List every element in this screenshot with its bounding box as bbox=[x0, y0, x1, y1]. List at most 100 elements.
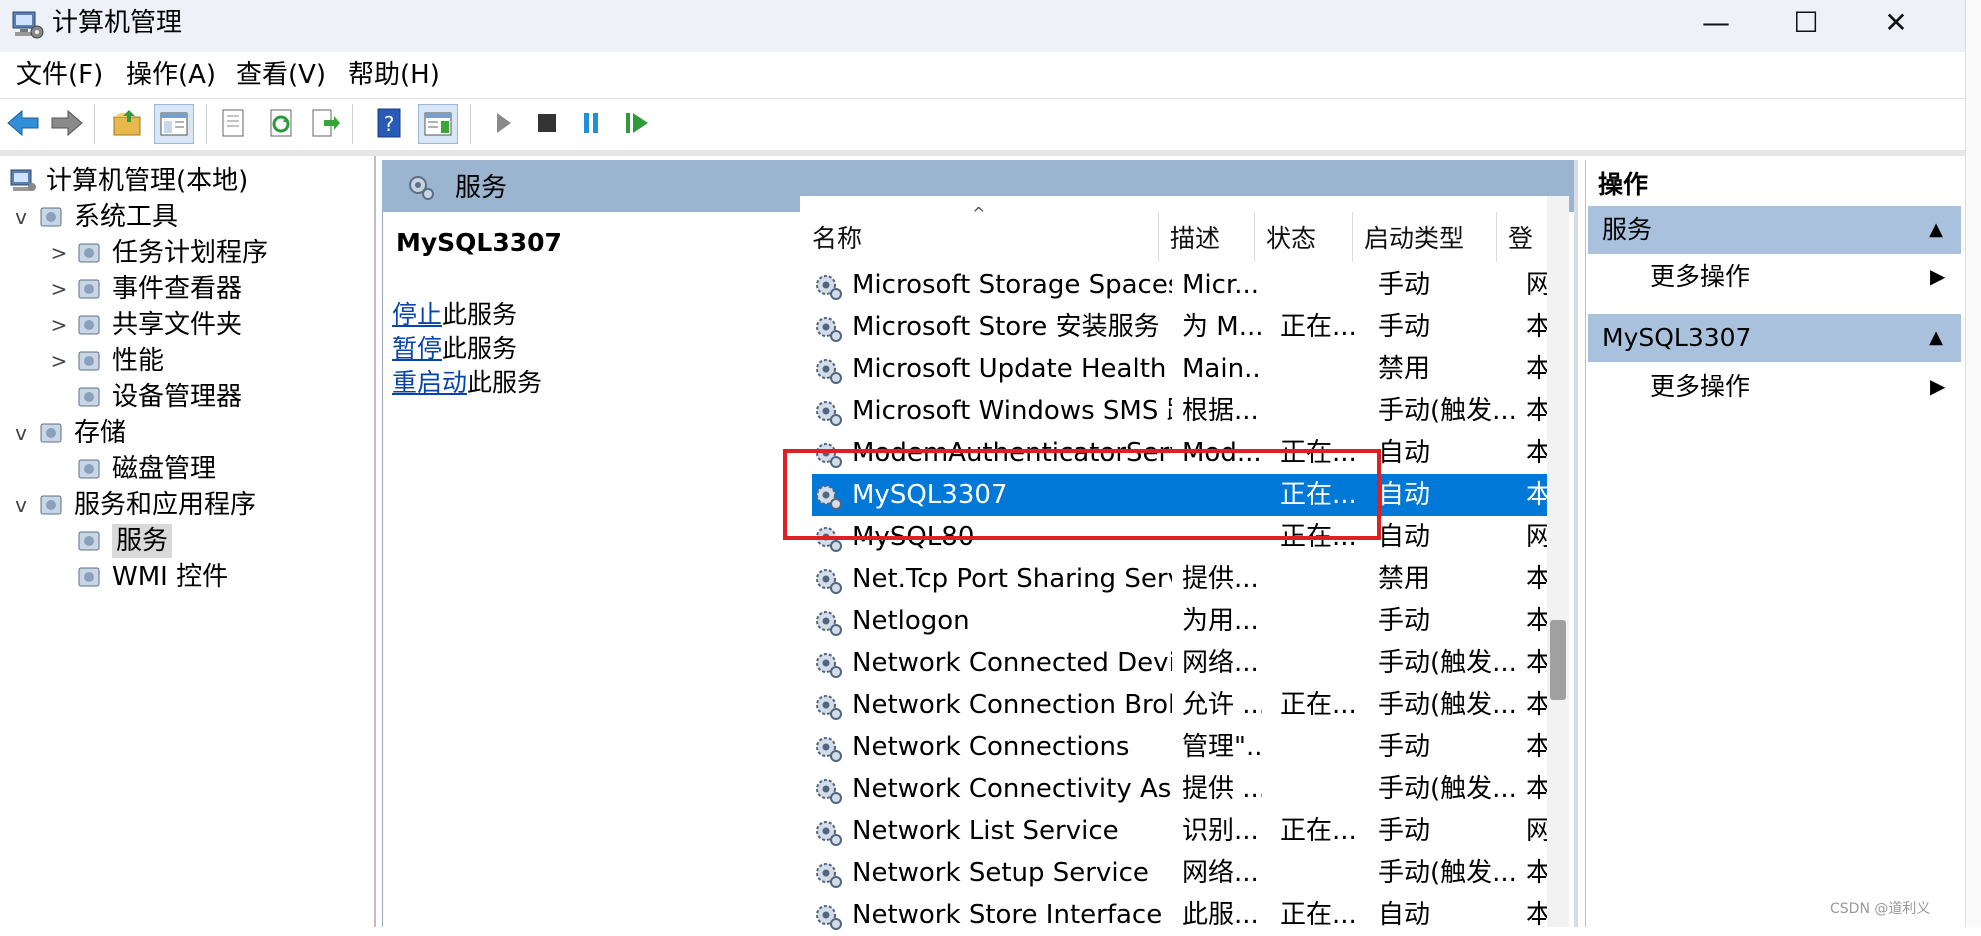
highlight-annotation bbox=[783, 449, 1381, 540]
service-row[interactable]: Network Setup Service 网络... 手动(触发... 本 bbox=[812, 852, 1552, 894]
stop-service-icon[interactable] bbox=[528, 104, 566, 142]
tree-item[interactable]: 设备管理器 bbox=[48, 380, 242, 414]
tree-item[interactable]: > 性能 bbox=[48, 344, 164, 378]
service-name: Network Connection Broker bbox=[852, 690, 1172, 720]
service-row[interactable]: Netlogon 为用... 手动本 bbox=[812, 600, 1552, 642]
column-divider[interactable] bbox=[1352, 212, 1353, 262]
selected-service-title: MySQL3307 bbox=[396, 228, 562, 257]
service-row[interactable]: Microsoft Storage Spaces S...Micr...手动网 bbox=[812, 264, 1552, 306]
tree-node-icon bbox=[36, 418, 66, 448]
service-name: Network Setup Service bbox=[852, 858, 1149, 888]
properties-icon[interactable] bbox=[214, 104, 252, 142]
more-actions-label: 更多操作 bbox=[1650, 372, 1751, 401]
service-description: 此服... bbox=[1182, 900, 1259, 930]
chevron-right-icon[interactable]: > bbox=[48, 272, 70, 306]
pause-service-link[interactable]: 暂停 bbox=[392, 334, 442, 363]
column-divider[interactable] bbox=[1158, 212, 1159, 262]
tree-node-icon bbox=[36, 202, 66, 232]
minimize-button[interactable]: — bbox=[1670, 0, 1762, 44]
pane-divider[interactable] bbox=[1574, 160, 1578, 927]
export-list-icon[interactable] bbox=[306, 104, 344, 142]
menu-help[interactable]: 帮助(H) bbox=[348, 58, 440, 92]
service-status: 正在... bbox=[1280, 816, 1357, 846]
back-arrow-icon[interactable] bbox=[4, 104, 42, 142]
tree-item-label: 系统工具 bbox=[74, 202, 179, 232]
tree-item[interactable]: > 共享文件夹 bbox=[48, 308, 242, 342]
column-status[interactable]: 状态 bbox=[1266, 222, 1316, 256]
show-tree-icon[interactable] bbox=[154, 104, 194, 144]
tree-item[interactable]: 磁盘管理 bbox=[48, 452, 216, 486]
chevron-down-icon[interactable]: v bbox=[10, 416, 32, 450]
service-row[interactable]: Microsoft Update Health S...Main...禁用本 bbox=[812, 348, 1552, 390]
resume-service-icon[interactable] bbox=[618, 104, 656, 142]
more-actions-item[interactable]: 更多操作 bbox=[1650, 260, 1750, 294]
window-title: 计算机管理 bbox=[52, 8, 183, 38]
service-gear-icon bbox=[812, 270, 844, 302]
chevron-down-icon[interactable]: v bbox=[10, 200, 32, 234]
column-divider[interactable] bbox=[1254, 212, 1255, 262]
tree-item[interactable]: > 任务计划程序 bbox=[48, 236, 268, 270]
tree-item[interactable]: v 存储 bbox=[10, 416, 126, 450]
show-action-pane-icon[interactable] bbox=[418, 104, 458, 144]
chevron-right-icon[interactable]: > bbox=[48, 308, 70, 342]
column-startup-type[interactable]: 启动类型 bbox=[1364, 222, 1464, 256]
column-divider[interactable] bbox=[1496, 212, 1497, 262]
tree-node-icon bbox=[74, 310, 104, 340]
collapse-triangle-icon[interactable]: ▲ bbox=[1929, 206, 1943, 254]
service-startup-type: 手动(触发... bbox=[1378, 648, 1517, 678]
forward-arrow-icon[interactable] bbox=[48, 104, 86, 142]
pause-service-icon[interactable] bbox=[572, 104, 610, 142]
tree-node-icon bbox=[74, 274, 104, 304]
menu-file[interactable]: 文件(F) bbox=[16, 58, 103, 92]
service-startup-type: 禁用 bbox=[1378, 354, 1431, 384]
service-row[interactable]: Network Connections 管理"... 手动本 bbox=[812, 726, 1552, 768]
service-name: Network Connections bbox=[852, 732, 1130, 762]
actions-section-mysql3307[interactable]: MySQL3307 ▲ bbox=[1588, 314, 1961, 362]
up-folder-icon[interactable] bbox=[108, 104, 146, 142]
service-startup-type: 手动(触发... bbox=[1378, 774, 1517, 804]
chevron-right-icon[interactable]: > bbox=[48, 344, 70, 378]
menu-action[interactable]: 操作(A) bbox=[126, 58, 216, 92]
service-row[interactable]: Microsoft Store 安装服务为 M... 正在... 手动本 bbox=[812, 306, 1552, 348]
maximize-button[interactable]: ☐ bbox=[1760, 0, 1852, 44]
tree-node-icon bbox=[74, 238, 104, 268]
tree-node-icon bbox=[74, 454, 104, 484]
start-service-icon[interactable] bbox=[484, 104, 522, 142]
actions-section-services[interactable]: 服务 ▲ bbox=[1588, 206, 1961, 254]
service-row[interactable]: Network Connection Broker 允许 ... 正在... 手动(触… bbox=[812, 684, 1552, 726]
collapse-triangle-icon[interactable]: ▲ bbox=[1929, 314, 1943, 362]
toolbar-divider bbox=[470, 104, 471, 144]
stop-service-link[interactable]: 停止 bbox=[392, 300, 442, 329]
service-row[interactable]: Network Connectivity Assis... 提供 ... 手动(触发… bbox=[812, 768, 1552, 810]
refresh-icon[interactable] bbox=[262, 104, 300, 142]
tree-item[interactable]: WMI 控件 bbox=[48, 560, 228, 594]
tree-item[interactable]: v 服务和应用程序 bbox=[10, 488, 256, 522]
service-row[interactable]: Network Connected Devic...网络...手动(触发...本 bbox=[812, 642, 1552, 684]
service-row[interactable]: Network List Service 识别... 正在... 手动网 bbox=[812, 810, 1552, 852]
column-name[interactable]: 名称 bbox=[812, 222, 862, 256]
vertical-scrollbar[interactable] bbox=[1547, 196, 1569, 927]
scrollbar-thumb[interactable] bbox=[1550, 620, 1566, 700]
chevron-down-icon[interactable]: v bbox=[10, 488, 32, 522]
service-row[interactable]: Net.Tcp Port Sharing Service提供...禁用本 bbox=[812, 558, 1552, 600]
tree-item[interactable]: 服务 bbox=[48, 524, 173, 558]
toolbar-divider bbox=[352, 104, 353, 144]
more-actions-item[interactable]: 更多操作 bbox=[1650, 370, 1750, 404]
tree-node-icon bbox=[36, 490, 66, 520]
service-row[interactable]: Network Store Interface Se... 此服... 正在... 自… bbox=[812, 894, 1552, 936]
tree-item[interactable]: v 系统工具 bbox=[10, 200, 178, 234]
service-row[interactable]: Microsoft Windows SMS 路...根据...手动(触发...本 bbox=[812, 390, 1552, 432]
tree-item[interactable]: > 事件查看器 bbox=[48, 272, 242, 306]
service-description: 根据... bbox=[1182, 396, 1259, 426]
close-button[interactable]: ✕ bbox=[1850, 0, 1942, 44]
chevron-right-icon[interactable]: > bbox=[48, 236, 70, 270]
column-logon[interactable]: 登 bbox=[1508, 222, 1533, 256]
tree-root-label: 计算机管理(本地) bbox=[46, 166, 249, 196]
menu-view[interactable]: 查看(V) bbox=[236, 58, 326, 92]
help-icon[interactable]: ? bbox=[370, 104, 408, 142]
tree-root[interactable]: 计算机管理(本地) bbox=[4, 164, 248, 198]
restart-service-link[interactable]: 重启动 bbox=[392, 368, 467, 397]
service-gear-icon bbox=[812, 774, 844, 806]
column-description[interactable]: 描述 bbox=[1170, 222, 1220, 256]
service-gear-icon bbox=[812, 606, 844, 638]
